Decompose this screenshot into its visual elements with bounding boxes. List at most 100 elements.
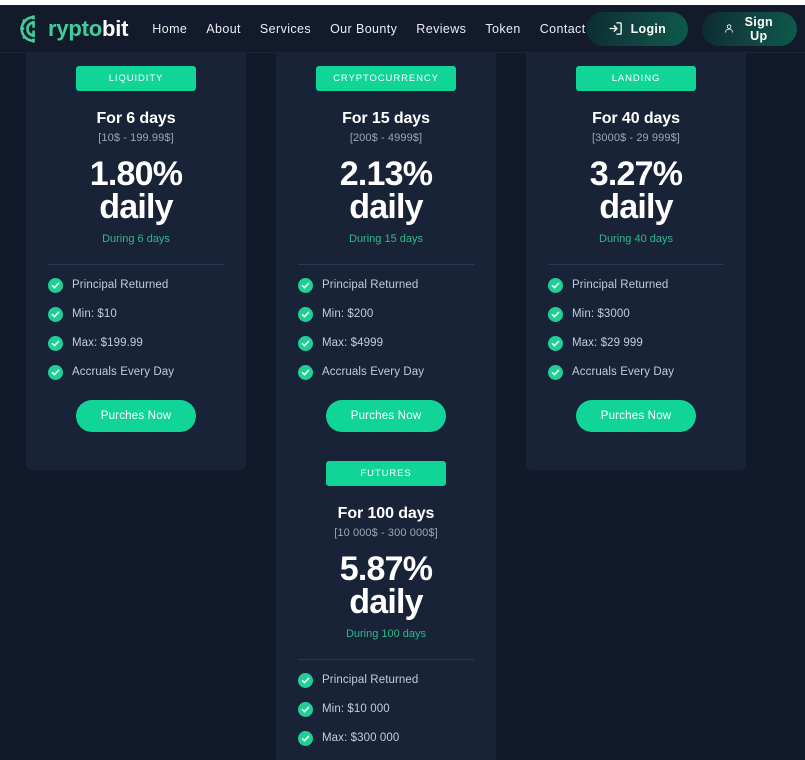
check-circle-icon	[298, 364, 313, 380]
feature-label: Min: $10	[72, 308, 117, 321]
plan-rate: 1.80% daily	[48, 157, 224, 226]
pricing-plans-grid: LIQUIDITY For 6 days [10$ - 199.99$] 1.8…	[0, 40, 805, 760]
signup-button[interactable]: Sign Up	[702, 11, 798, 46]
check-circle-icon	[48, 277, 63, 293]
nav-link-home[interactable]: Home	[152, 22, 187, 36]
list-item: Min: $200	[298, 306, 474, 322]
check-circle-icon	[548, 335, 563, 351]
list-item: Accruals Every Day	[548, 364, 724, 380]
feature-label: Max: $300 000	[322, 732, 400, 745]
feature-label: Principal Returned	[322, 279, 419, 292]
card-divider	[298, 658, 474, 660]
list-item: Max: $29 999	[548, 335, 724, 351]
plan-duration-title: For 6 days	[96, 110, 176, 127]
purchase-button[interactable]: Purches Now	[576, 399, 696, 432]
plan-card-liquidity: LIQUIDITY For 6 days [10$ - 199.99$] 1.8…	[26, 40, 246, 470]
plan-amount-range: [200$ - 4999$]	[349, 132, 423, 144]
nav-links: Home About Services Our Bounty Reviews T…	[152, 22, 585, 36]
nav-link-reviews[interactable]: Reviews	[416, 22, 466, 36]
check-circle-icon	[48, 335, 63, 351]
feature-label: Min: $200	[322, 308, 374, 321]
plan-card-cryptocurrency: CRYPTOCURRENCY For 15 days [200$ - 4999$…	[276, 40, 496, 470]
feature-label: Principal Returned	[322, 674, 419, 687]
plan-amount-range: [10$ - 199.99$]	[98, 132, 174, 144]
feature-label: Principal Returned	[572, 279, 669, 292]
nav-link-services[interactable]: Services	[260, 22, 311, 36]
card-divider	[48, 263, 224, 265]
check-circle-icon	[298, 335, 313, 351]
list-item: Accruals Every Day	[298, 364, 474, 380]
feature-label: Max: $199.99	[72, 337, 143, 350]
purchase-button[interactable]: Purches Now	[76, 399, 196, 432]
card-divider	[548, 263, 724, 265]
purchase-button[interactable]: Purches Now	[326, 399, 446, 432]
list-item: Min: $3000	[548, 306, 724, 322]
feature-label: Min: $3000	[572, 308, 630, 321]
plan-duration-title: For 15 days	[342, 110, 430, 127]
login-button[interactable]: Login	[585, 11, 689, 46]
feature-label: Max: $29 999	[572, 337, 643, 350]
check-circle-icon	[298, 672, 313, 688]
plan-duration-title: For 100 days	[337, 505, 435, 522]
check-circle-icon	[298, 701, 313, 717]
check-circle-icon	[548, 364, 563, 380]
plan-duration-note: During 100 days	[345, 627, 427, 640]
list-item: Max: $4999	[298, 335, 474, 351]
user-icon	[725, 24, 733, 33]
plan-badge[interactable]: FUTURES	[326, 461, 446, 486]
plan-feature-list: Principal Returned Min: $10 Max: $199.99…	[48, 277, 224, 380]
check-circle-icon	[298, 730, 313, 746]
card-divider	[298, 263, 474, 265]
list-item: Max: $300 000	[298, 730, 474, 746]
check-circle-icon	[548, 306, 563, 322]
feature-label: Min: $10 000	[322, 703, 390, 716]
list-item: Principal Returned	[48, 277, 224, 293]
plan-rate-unit: daily	[349, 187, 423, 226]
plan-rate: 3.27% daily	[548, 157, 724, 226]
list-item: Principal Returned	[298, 672, 474, 688]
plan-rate: 2.13% daily	[298, 157, 474, 226]
check-circle-icon	[548, 277, 563, 293]
list-item: Max: $199.99	[48, 335, 224, 351]
feature-label: Accruals Every Day	[322, 366, 425, 379]
feature-label: Accruals Every Day	[572, 366, 675, 379]
check-circle-icon	[48, 306, 63, 322]
list-item: Principal Returned	[548, 277, 724, 293]
list-item: Min: $10	[48, 306, 224, 322]
plan-amount-range: [10 000$ - 300 000$]	[334, 527, 438, 539]
nav-link-contact[interactable]: Contact	[540, 22, 586, 36]
plan-badge[interactable]: LANDING	[576, 66, 696, 91]
plan-amount-range: [3000$ - 29 999$]	[592, 132, 680, 144]
feature-label: Max: $4999	[322, 337, 384, 350]
plan-card-landing: LANDING For 40 days [3000$ - 29 999$] 3.…	[526, 40, 746, 470]
plan-feature-list: Principal Returned Min: $10 000 Max: $30…	[298, 672, 474, 760]
list-item: Accruals Every Day	[48, 364, 224, 380]
plan-rate-unit: daily	[599, 187, 673, 226]
list-item: Min: $10 000	[298, 701, 474, 717]
crypto-c-gear-icon	[20, 14, 35, 43]
nav-actions: Login Sign Up	[585, 11, 798, 46]
plan-duration-note: During 40 days	[599, 232, 673, 245]
nav-link-about[interactable]: About	[206, 22, 241, 36]
signup-button-label: Sign Up	[744, 14, 773, 43]
check-circle-icon	[298, 306, 313, 322]
nav-link-token[interactable]: Token	[485, 22, 520, 36]
brand-name: ryptobit	[48, 15, 128, 41]
plan-feature-list: Principal Returned Min: $200 Max: $4999 …	[298, 277, 474, 380]
plan-duration-note: During 6 days	[102, 232, 170, 245]
feature-label: Principal Returned	[72, 279, 169, 292]
plan-rate-unit: daily	[99, 187, 173, 226]
plan-rate-unit: daily	[349, 582, 423, 621]
list-item: Principal Returned	[298, 277, 474, 293]
plan-badge[interactable]: LIQUIDITY	[76, 66, 196, 91]
brand-name-green: rypto	[48, 15, 103, 41]
plan-rate: 5.87% daily	[298, 552, 474, 621]
plan-card-futures: FUTURES For 100 days [10 000$ - 300 000$…	[276, 435, 496, 760]
login-arrow-icon	[609, 22, 622, 35]
brand-logo[interactable]: ryptobit	[20, 14, 128, 43]
check-circle-icon	[298, 277, 313, 293]
plan-badge[interactable]: CRYPTOCURRENCY	[316, 66, 456, 91]
plan-feature-list: Principal Returned Min: $3000 Max: $29 9…	[548, 277, 724, 380]
main-navbar: ryptobit Home About Services Our Bounty …	[0, 5, 805, 53]
nav-link-our-bounty[interactable]: Our Bounty	[330, 22, 397, 36]
